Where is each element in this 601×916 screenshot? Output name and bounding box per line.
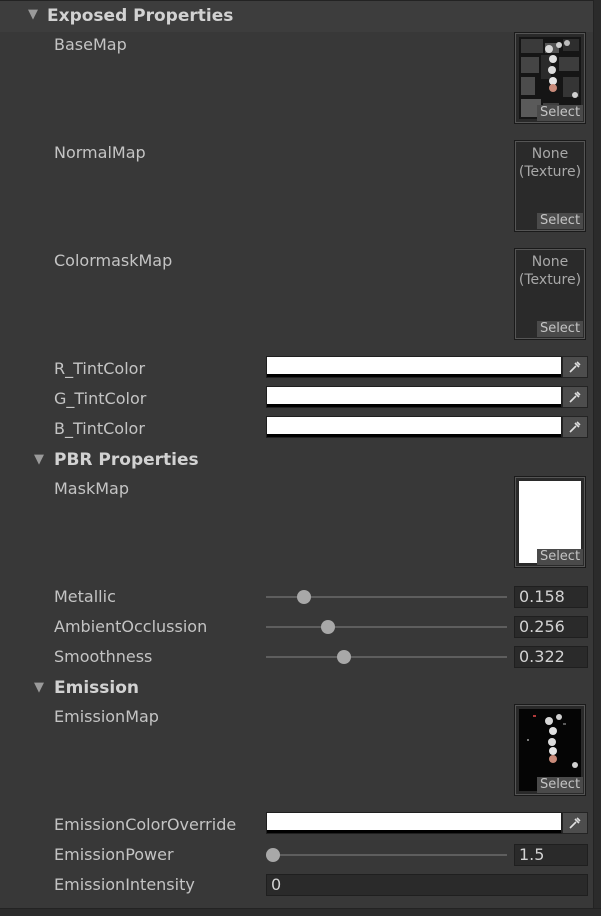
eyedropper-icon — [569, 421, 581, 433]
scrollbar-gutter — [593, 0, 601, 916]
emission-power-value-field[interactable]: 1.5 — [514, 844, 588, 866]
smoothness-value-field[interactable]: 0.322 — [514, 646, 588, 668]
emission-power-slider-handle[interactable] — [266, 848, 280, 862]
smoothness-label: Smoothness — [54, 647, 153, 666]
smoothness-slider-handle[interactable] — [337, 650, 351, 664]
emissionmap-label: EmissionMap — [54, 707, 159, 726]
basemap-label: BaseMap — [54, 35, 127, 54]
ambient-occlusion-slider-track[interactable] — [266, 626, 507, 628]
normalmap-select-button[interactable]: Select — [537, 213, 583, 229]
normalmap-none-text: None (Texture) — [518, 146, 582, 180]
basemap-select-button[interactable]: Select — [537, 105, 583, 121]
r-tint-color-swatch[interactable] — [266, 356, 562, 378]
emission-power-slider-track[interactable] — [266, 854, 507, 856]
eyedropper-icon — [569, 361, 581, 373]
maskmap-label: MaskMap — [54, 479, 129, 498]
emissionmap-texture-slot[interactable]: Select — [514, 704, 586, 796]
emission-color-eyedropper-button[interactable] — [562, 812, 588, 834]
maskmap-texture-slot[interactable]: Select — [514, 476, 586, 568]
section-title-exposed: Exposed Properties — [47, 6, 234, 26]
colormaskmap-label: ColormaskMap — [54, 251, 173, 270]
emission-intensity-value-field[interactable]: 0 — [266, 874, 588, 896]
emission-intensity-label: EmissionIntensity — [54, 875, 195, 894]
emissionmap-select-button[interactable]: Select — [537, 777, 583, 793]
foldout-arrow-icon[interactable]: ▼ — [34, 453, 48, 467]
g-tint-label: G_TintColor — [54, 389, 147, 408]
b-tint-color-swatch[interactable] — [266, 416, 562, 438]
eyedropper-icon — [569, 817, 581, 829]
foldout-arrow-icon[interactable]: ▼ — [28, 8, 42, 22]
colormaskmap-select-button[interactable]: Select — [537, 321, 583, 337]
basemap-texture-slot[interactable]: Select — [514, 32, 586, 124]
r-tint-eyedropper-button[interactable] — [562, 356, 588, 378]
section-title-emission: Emission — [54, 678, 139, 698]
g-tint-eyedropper-button[interactable] — [562, 386, 588, 408]
b-tint-label: B_TintColor — [54, 419, 145, 438]
normalmap-label: NormalMap — [54, 143, 146, 162]
maskmap-select-button[interactable]: Select — [537, 549, 583, 565]
bottom-border — [0, 908, 601, 916]
emission-color-swatch[interactable] — [266, 812, 562, 834]
metallic-label: Metallic — [54, 587, 116, 606]
smoothness-slider-track[interactable] — [266, 656, 507, 658]
section-title-pbr: PBR Properties — [54, 450, 199, 470]
metallic-slider-handle[interactable] — [297, 590, 311, 604]
foldout-arrow-icon[interactable]: ▼ — [34, 681, 48, 695]
metallic-value-field[interactable]: 0.158 — [514, 586, 588, 608]
colormaskmap-texture-slot[interactable]: None (Texture) Select — [514, 248, 586, 340]
colormaskmap-none-text: None (Texture) — [518, 254, 582, 288]
ambient-occlusion-label: AmbientOcclussion — [54, 617, 208, 636]
emission-power-label: EmissionPower — [54, 845, 174, 864]
eyedropper-icon — [569, 391, 581, 403]
emission-color-override-label: EmissionColorOverride — [54, 815, 237, 834]
ambient-occlusion-value-field[interactable]: 0.256 — [514, 616, 588, 638]
ambient-occlusion-slider-handle[interactable] — [321, 620, 335, 634]
normalmap-texture-slot[interactable]: None (Texture) Select — [514, 140, 586, 232]
g-tint-color-swatch[interactable] — [266, 386, 562, 408]
r-tint-label: R_TintColor — [54, 359, 146, 378]
b-tint-eyedropper-button[interactable] — [562, 416, 588, 438]
